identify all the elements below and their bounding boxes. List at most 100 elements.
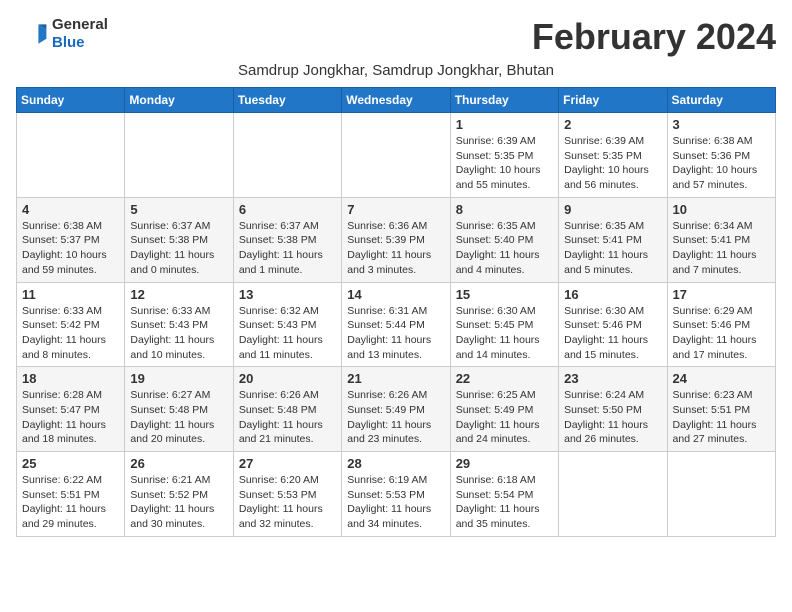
- day-number: 27: [239, 456, 336, 471]
- calendar-table: SundayMondayTuesdayWednesdayThursdayFrid…: [16, 87, 776, 537]
- calendar-cell: 24Sunrise: 6:23 AMSunset: 5:51 PMDayligh…: [667, 367, 775, 452]
- calendar-cell: 10 Sunrise: 6:34 AMSunset: 5:41 PMDayligh…: [667, 197, 775, 282]
- calendar-cell: 5 Sunrise: 6:37 AMSunset: 5:38 PMDaylight…: [125, 197, 233, 282]
- header: General Blue February 2024: [16, 16, 776, 58]
- subtitle: Samdrup Jongkhar, Samdrup Jongkhar, Bhut…: [16, 62, 776, 79]
- day-number: 29: [456, 456, 553, 471]
- day-number: 12: [130, 287, 227, 302]
- day-info: Sunrise: 6:24 AMSunset: 5:50 PMDaylight:…: [564, 388, 661, 447]
- calendar-cell: 3 Sunrise: 6:38 AMSunset: 5:36 PMDaylight…: [667, 113, 775, 198]
- day-info: Sunrise: 6:18 AMSunset: 5:54 PMDaylight:…: [456, 473, 553, 532]
- calendar-cell: 20 Sunrise: 6:26 AMSunset: 5:48 PMDayligh…: [233, 367, 341, 452]
- day-info: Sunrise: 6:32 AMSunset: 5:43 PMDaylight:…: [239, 304, 336, 363]
- day-info: Sunrise: 6:38 AMSunset: 5:37 PMDaylight:…: [22, 219, 119, 278]
- calendar-cell: 21Sunrise: 6:26 AMSunset: 5:49 PMDayligh…: [342, 367, 450, 452]
- calendar-cell: [667, 452, 775, 537]
- day-info: Sunrise: 6:26 AMSunset: 5:48 PMDaylight:…: [239, 388, 336, 447]
- calendar-cell: 25 Sunrise: 6:22 AMSunset: 5:51 PMDayligh…: [17, 452, 125, 537]
- calendar-cell: 7 Sunrise: 6:36 AMSunset: 5:39 PMDaylight…: [342, 197, 450, 282]
- calendar-cell: 28Sunrise: 6:19 AMSunset: 5:53 PMDayligh…: [342, 452, 450, 537]
- day-number: 28: [347, 456, 444, 471]
- day-info: Sunrise: 6:37 AMSunset: 5:38 PMDaylight:…: [130, 219, 227, 278]
- calendar-cell: 16 Sunrise: 6:30 AMSunset: 5:46 PMDayligh…: [559, 282, 667, 367]
- day-info: Sunrise: 6:33 AMSunset: 5:42 PMDaylight:…: [22, 304, 119, 363]
- calendar-cell: 15 Sunrise: 6:30 AMSunset: 5:45 PMDayligh…: [450, 282, 558, 367]
- day-info: Sunrise: 6:39 AMSunset: 5:35 PMDaylight:…: [456, 134, 553, 193]
- day-number: 19: [130, 371, 227, 386]
- day-info: Sunrise: 6:39 AMSunset: 5:35 PMDaylight:…: [564, 134, 661, 193]
- day-number: 9: [564, 202, 661, 217]
- general-blue-logo-icon: [16, 18, 48, 50]
- calendar-cell: 22 Sunrise: 6:25 AMSunset: 5:49 PMDayligh…: [450, 367, 558, 452]
- day-number: 3: [673, 117, 770, 132]
- day-header-monday: Monday: [125, 88, 233, 113]
- calendar-cell: [125, 113, 233, 198]
- calendar-cell: 27 Sunrise: 6:20 AMSunset: 5:53 PMDayligh…: [233, 452, 341, 537]
- logo-text: General Blue: [52, 16, 108, 52]
- day-info: Sunrise: 6:25 AMSunset: 5:49 PMDaylight:…: [456, 388, 553, 447]
- calendar-cell: 4 Sunrise: 6:38 AMSunset: 5:37 PMDaylight…: [17, 197, 125, 282]
- calendar-cell: 9 Sunrise: 6:35 AMSunset: 5:41 PMDaylight…: [559, 197, 667, 282]
- day-info: Sunrise: 6:30 AMSunset: 5:46 PMDaylight:…: [564, 304, 661, 363]
- day-number: 11: [22, 287, 119, 302]
- day-info: Sunrise: 6:35 AMSunset: 5:40 PMDaylight:…: [456, 219, 553, 278]
- day-info: Sunrise: 6:20 AMSunset: 5:53 PMDaylight:…: [239, 473, 336, 532]
- day-info: Sunrise: 6:22 AMSunset: 5:51 PMDaylight:…: [22, 473, 119, 532]
- week-row-1: 1 Sunrise: 6:39 AMSunset: 5:35 PMDaylight…: [17, 113, 776, 198]
- day-number: 15: [456, 287, 553, 302]
- calendar-cell: 12 Sunrise: 6:33 AMSunset: 5:43 PMDayligh…: [125, 282, 233, 367]
- day-number: 17: [673, 287, 770, 302]
- day-info: Sunrise: 6:33 AMSunset: 5:43 PMDaylight:…: [130, 304, 227, 363]
- day-info: Sunrise: 6:31 AMSunset: 5:44 PMDaylight:…: [347, 304, 444, 363]
- calendar-cell: [17, 113, 125, 198]
- day-number: 14: [347, 287, 444, 302]
- day-number: 4: [22, 202, 119, 217]
- calendar-cell: 11 Sunrise: 6:33 AMSunset: 5:42 PMDayligh…: [17, 282, 125, 367]
- day-number: 5: [130, 202, 227, 217]
- page-container: General Blue February 2024 Samdrup Jongk…: [16, 16, 776, 537]
- calendar-cell: 17 Sunrise: 6:29 AMSunset: 5:46 PMDayligh…: [667, 282, 775, 367]
- day-info: Sunrise: 6:38 AMSunset: 5:36 PMDaylight:…: [673, 134, 770, 193]
- day-info: Sunrise: 6:21 AMSunset: 5:52 PMDaylight:…: [130, 473, 227, 532]
- calendar-cell: [342, 113, 450, 198]
- day-info: Sunrise: 6:36 AMSunset: 5:39 PMDaylight:…: [347, 219, 444, 278]
- calendar-cell: 29 Sunrise: 6:18 AMSunset: 5:54 PMDayligh…: [450, 452, 558, 537]
- days-header-row: SundayMondayTuesdayWednesdayThursdayFrid…: [17, 88, 776, 113]
- calendar-cell: 2Sunrise: 6:39 AMSunset: 5:35 PMDaylight…: [559, 113, 667, 198]
- day-info: Sunrise: 6:37 AMSunset: 5:38 PMDaylight:…: [239, 219, 336, 278]
- day-info: Sunrise: 6:34 AMSunset: 5:41 PMDaylight:…: [673, 219, 770, 278]
- day-number: 1: [456, 117, 553, 132]
- day-info: Sunrise: 6:30 AMSunset: 5:45 PMDaylight:…: [456, 304, 553, 363]
- day-number: 13: [239, 287, 336, 302]
- day-info: Sunrise: 6:27 AMSunset: 5:48 PMDaylight:…: [130, 388, 227, 447]
- day-number: 22: [456, 371, 553, 386]
- day-header-friday: Friday: [559, 88, 667, 113]
- day-header-thursday: Thursday: [450, 88, 558, 113]
- calendar-cell: 23 Sunrise: 6:24 AMSunset: 5:50 PMDayligh…: [559, 367, 667, 452]
- calendar-cell: 26 Sunrise: 6:21 AMSunset: 5:52 PMDayligh…: [125, 452, 233, 537]
- month-title: February 2024: [532, 16, 776, 58]
- day-info: Sunrise: 6:35 AMSunset: 5:41 PMDaylight:…: [564, 219, 661, 278]
- day-number: 10: [673, 202, 770, 217]
- day-header-wednesday: Wednesday: [342, 88, 450, 113]
- day-header-saturday: Saturday: [667, 88, 775, 113]
- calendar-cell: [233, 113, 341, 198]
- day-number: 26: [130, 456, 227, 471]
- day-info: Sunrise: 6:29 AMSunset: 5:46 PMDaylight:…: [673, 304, 770, 363]
- calendar-cell: 13 Sunrise: 6:32 AMSunset: 5:43 PMDayligh…: [233, 282, 341, 367]
- day-info: Sunrise: 6:28 AMSunset: 5:47 PMDaylight:…: [22, 388, 119, 447]
- calendar-cell: 19 Sunrise: 6:27 AMSunset: 5:48 PMDayligh…: [125, 367, 233, 452]
- day-number: 23: [564, 371, 661, 386]
- day-number: 25: [22, 456, 119, 471]
- calendar-cell: [559, 452, 667, 537]
- day-header-sunday: Sunday: [17, 88, 125, 113]
- day-number: 20: [239, 371, 336, 386]
- week-row-2: 4 Sunrise: 6:38 AMSunset: 5:37 PMDaylight…: [17, 197, 776, 282]
- day-number: 16: [564, 287, 661, 302]
- calendar-cell: 6Sunrise: 6:37 AMSunset: 5:38 PMDaylight…: [233, 197, 341, 282]
- day-header-tuesday: Tuesday: [233, 88, 341, 113]
- day-number: 18: [22, 371, 119, 386]
- calendar-cell: 1 Sunrise: 6:39 AMSunset: 5:35 PMDaylight…: [450, 113, 558, 198]
- day-number: 7: [347, 202, 444, 217]
- day-info: Sunrise: 6:26 AMSunset: 5:49 PMDaylight:…: [347, 388, 444, 447]
